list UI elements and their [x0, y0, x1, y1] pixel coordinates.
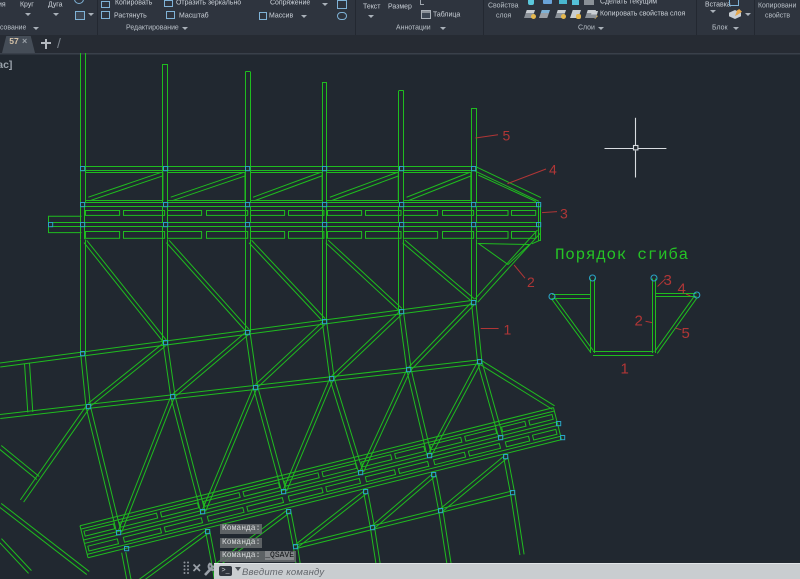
- svg-text:3: 3: [664, 272, 672, 289]
- svg-text:2: 2: [527, 274, 535, 290]
- svg-text:5: 5: [682, 325, 690, 342]
- svg-text:2: 2: [635, 313, 643, 330]
- svg-text:4: 4: [549, 162, 557, 178]
- svg-text:3: 3: [560, 206, 568, 222]
- svg-text:1: 1: [504, 322, 512, 338]
- svg-text:Порядок сгиба: Порядок сгиба: [555, 246, 689, 264]
- svg-text:4: 4: [678, 281, 686, 298]
- svg-text:5: 5: [503, 128, 511, 144]
- svg-text:1: 1: [621, 361, 629, 378]
